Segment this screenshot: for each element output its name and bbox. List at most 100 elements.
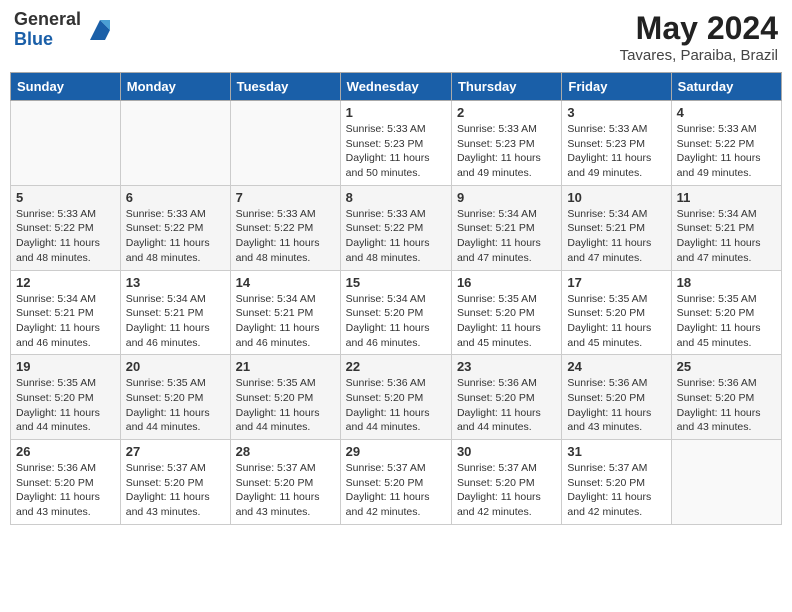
- calendar-title: May 2024: [620, 10, 778, 47]
- calendar-cell: 10 Sunrise: 5:34 AM Sunset: 5:21 PM Dayli…: [562, 185, 671, 270]
- calendar-cell: 11 Sunrise: 5:34 AM Sunset: 5:21 PM Dayli…: [671, 185, 781, 270]
- calendar-cell: 24 Sunrise: 5:36 AM Sunset: 5:20 PM Dayli…: [562, 355, 671, 440]
- weekday-header-saturday: Saturday: [671, 73, 781, 101]
- day-info: Sunrise: 5:36 AM Sunset: 5:20 PM Dayligh…: [677, 376, 776, 435]
- day-number: 23: [457, 359, 556, 374]
- day-number: 25: [677, 359, 776, 374]
- day-info: Sunrise: 5:33 AM Sunset: 5:22 PM Dayligh…: [236, 207, 335, 266]
- day-number: 5: [16, 190, 115, 205]
- day-info: Sunrise: 5:37 AM Sunset: 5:20 PM Dayligh…: [567, 461, 665, 520]
- day-info: Sunrise: 5:37 AM Sunset: 5:20 PM Dayligh…: [236, 461, 335, 520]
- calendar-week-3: 12 Sunrise: 5:34 AM Sunset: 5:21 PM Dayli…: [11, 270, 782, 355]
- calendar-cell: 27 Sunrise: 5:37 AM Sunset: 5:20 PM Dayli…: [120, 440, 230, 525]
- day-info: Sunrise: 5:37 AM Sunset: 5:20 PM Dayligh…: [126, 461, 225, 520]
- calendar-cell: 6 Sunrise: 5:33 AM Sunset: 5:22 PM Daylig…: [120, 185, 230, 270]
- calendar-cell: 14 Sunrise: 5:34 AM Sunset: 5:21 PM Dayli…: [230, 270, 340, 355]
- calendar-cell: 30Sunrise: 5:37 AM Sunset: 5:20 PM Dayli…: [451, 440, 561, 525]
- day-number: 11: [677, 190, 776, 205]
- calendar-cell: 18Sunrise: 5:35 AM Sunset: 5:20 PM Dayli…: [671, 270, 781, 355]
- day-info: Sunrise: 5:34 AM Sunset: 5:21 PM Dayligh…: [236, 292, 335, 351]
- day-number: 24: [567, 359, 665, 374]
- day-number: 27: [126, 444, 225, 459]
- day-number: 16: [457, 275, 556, 290]
- weekday-header-monday: Monday: [120, 73, 230, 101]
- day-number: 30: [457, 444, 556, 459]
- title-block: May 2024 Tavares, Paraiba, Brazil: [620, 10, 778, 64]
- day-number: 22: [346, 359, 446, 374]
- day-number: 8: [346, 190, 446, 205]
- calendar-cell: [120, 101, 230, 186]
- weekday-header-wednesday: Wednesday: [340, 73, 451, 101]
- day-number: 2: [457, 105, 556, 120]
- calendar-cell: 20 Sunrise: 5:35 AM Sunset: 5:20 PM Dayli…: [120, 355, 230, 440]
- day-info: Sunrise: 5:36 AM Sunset: 5:20 PM Dayligh…: [16, 461, 115, 520]
- day-number: 19: [16, 359, 115, 374]
- day-number: 12: [16, 275, 115, 290]
- calendar-cell: 21 Sunrise: 5:35 AM Sunset: 5:20 PM Dayli…: [230, 355, 340, 440]
- day-number: 10: [567, 190, 665, 205]
- day-number: 15: [346, 275, 446, 290]
- logo-general-text: General: [14, 10, 81, 30]
- day-info: Sunrise: 5:36 AM Sunset: 5:20 PM Dayligh…: [567, 376, 665, 435]
- calendar-cell: 31 Sunrise: 5:37 AM Sunset: 5:20 PM Dayli…: [562, 440, 671, 525]
- day-number: 14: [236, 275, 335, 290]
- calendar-cell: 16 Sunrise: 5:35 AM Sunset: 5:20 PM Dayli…: [451, 270, 561, 355]
- calendar-location: Tavares, Paraiba, Brazil: [620, 47, 778, 64]
- calendar-week-5: 26 Sunrise: 5:36 AM Sunset: 5:20 PM Dayli…: [11, 440, 782, 525]
- calendar-cell: 2 Sunrise: 5:33 AM Sunset: 5:23 PM Daylig…: [451, 101, 561, 186]
- day-number: 1: [346, 105, 446, 120]
- calendar-cell: 4 Sunrise: 5:33 AM Sunset: 5:22 PM Daylig…: [671, 101, 781, 186]
- day-number: 31: [567, 444, 665, 459]
- calendar-cell: 25 Sunrise: 5:36 AM Sunset: 5:20 PM Dayli…: [671, 355, 781, 440]
- day-info: Sunrise: 5:34 AM Sunset: 5:21 PM Dayligh…: [126, 292, 225, 351]
- calendar-cell: 1 Sunrise: 5:33 AM Sunset: 5:23 PM Daylig…: [340, 101, 451, 186]
- day-info: Sunrise: 5:33 AM Sunset: 5:22 PM Dayligh…: [16, 207, 115, 266]
- day-info: Sunrise: 5:33 AM Sunset: 5:23 PM Dayligh…: [457, 122, 556, 181]
- day-number: 18: [677, 275, 776, 290]
- day-info: Sunrise: 5:35 AM Sunset: 5:20 PM Dayligh…: [16, 376, 115, 435]
- day-info: Sunrise: 5:37 AM Sunset: 5:20 PM Dayligh…: [346, 461, 446, 520]
- day-info: Sunrise: 5:35 AM Sunset: 5:20 PM Dayligh…: [457, 292, 556, 351]
- logo-icon: [85, 15, 115, 45]
- day-info: Sunrise: 5:35 AM Sunset: 5:20 PM Dayligh…: [236, 376, 335, 435]
- day-info: Sunrise: 5:33 AM Sunset: 5:23 PM Dayligh…: [567, 122, 665, 181]
- calendar-cell: 28Sunrise: 5:37 AM Sunset: 5:20 PM Dayli…: [230, 440, 340, 525]
- day-number: 13: [126, 275, 225, 290]
- page-header: General Blue May 2024 Tavares, Paraiba, …: [10, 10, 782, 64]
- calendar-cell: [230, 101, 340, 186]
- calendar-cell: 3Sunrise: 5:33 AM Sunset: 5:23 PM Daylig…: [562, 101, 671, 186]
- calendar-week-1: 1 Sunrise: 5:33 AM Sunset: 5:23 PM Daylig…: [11, 101, 782, 186]
- day-number: 20: [126, 359, 225, 374]
- calendar-cell: 5 Sunrise: 5:33 AM Sunset: 5:22 PM Daylig…: [11, 185, 121, 270]
- calendar-cell: 8Sunrise: 5:33 AM Sunset: 5:22 PM Daylig…: [340, 185, 451, 270]
- weekday-header-thursday: Thursday: [451, 73, 561, 101]
- calendar-cell: 19 Sunrise: 5:35 AM Sunset: 5:20 PM Dayli…: [11, 355, 121, 440]
- day-info: Sunrise: 5:36 AM Sunset: 5:20 PM Dayligh…: [457, 376, 556, 435]
- day-number: 7: [236, 190, 335, 205]
- calendar-cell: [11, 101, 121, 186]
- day-info: Sunrise: 5:34 AM Sunset: 5:21 PM Dayligh…: [677, 207, 776, 266]
- day-info: Sunrise: 5:33 AM Sunset: 5:22 PM Dayligh…: [126, 207, 225, 266]
- calendar-cell: 26 Sunrise: 5:36 AM Sunset: 5:20 PM Dayli…: [11, 440, 121, 525]
- logo: General Blue: [14, 10, 115, 50]
- day-number: 9: [457, 190, 556, 205]
- calendar-cell: 12 Sunrise: 5:34 AM Sunset: 5:21 PM Dayli…: [11, 270, 121, 355]
- day-info: Sunrise: 5:36 AM Sunset: 5:20 PM Dayligh…: [346, 376, 446, 435]
- calendar-week-2: 5 Sunrise: 5:33 AM Sunset: 5:22 PM Daylig…: [11, 185, 782, 270]
- calendar-cell: 22 Sunrise: 5:36 AM Sunset: 5:20 PM Dayli…: [340, 355, 451, 440]
- weekday-header-tuesday: Tuesday: [230, 73, 340, 101]
- day-number: 4: [677, 105, 776, 120]
- day-info: Sunrise: 5:35 AM Sunset: 5:20 PM Dayligh…: [126, 376, 225, 435]
- calendar-cell: 13 Sunrise: 5:34 AM Sunset: 5:21 PM Dayli…: [120, 270, 230, 355]
- day-info: Sunrise: 5:33 AM Sunset: 5:22 PM Dayligh…: [677, 122, 776, 181]
- day-info: Sunrise: 5:34 AM Sunset: 5:21 PM Dayligh…: [16, 292, 115, 351]
- day-number: 6: [126, 190, 225, 205]
- calendar-cell: 29Sunrise: 5:37 AM Sunset: 5:20 PM Dayli…: [340, 440, 451, 525]
- logo-blue-text: Blue: [14, 30, 81, 50]
- day-number: 21: [236, 359, 335, 374]
- calendar-week-4: 19 Sunrise: 5:35 AM Sunset: 5:20 PM Dayli…: [11, 355, 782, 440]
- day-number: 26: [16, 444, 115, 459]
- calendar-cell: 7 Sunrise: 5:33 AM Sunset: 5:22 PM Daylig…: [230, 185, 340, 270]
- day-info: Sunrise: 5:34 AM Sunset: 5:21 PM Dayligh…: [567, 207, 665, 266]
- day-info: Sunrise: 5:33 AM Sunset: 5:23 PM Dayligh…: [346, 122, 446, 181]
